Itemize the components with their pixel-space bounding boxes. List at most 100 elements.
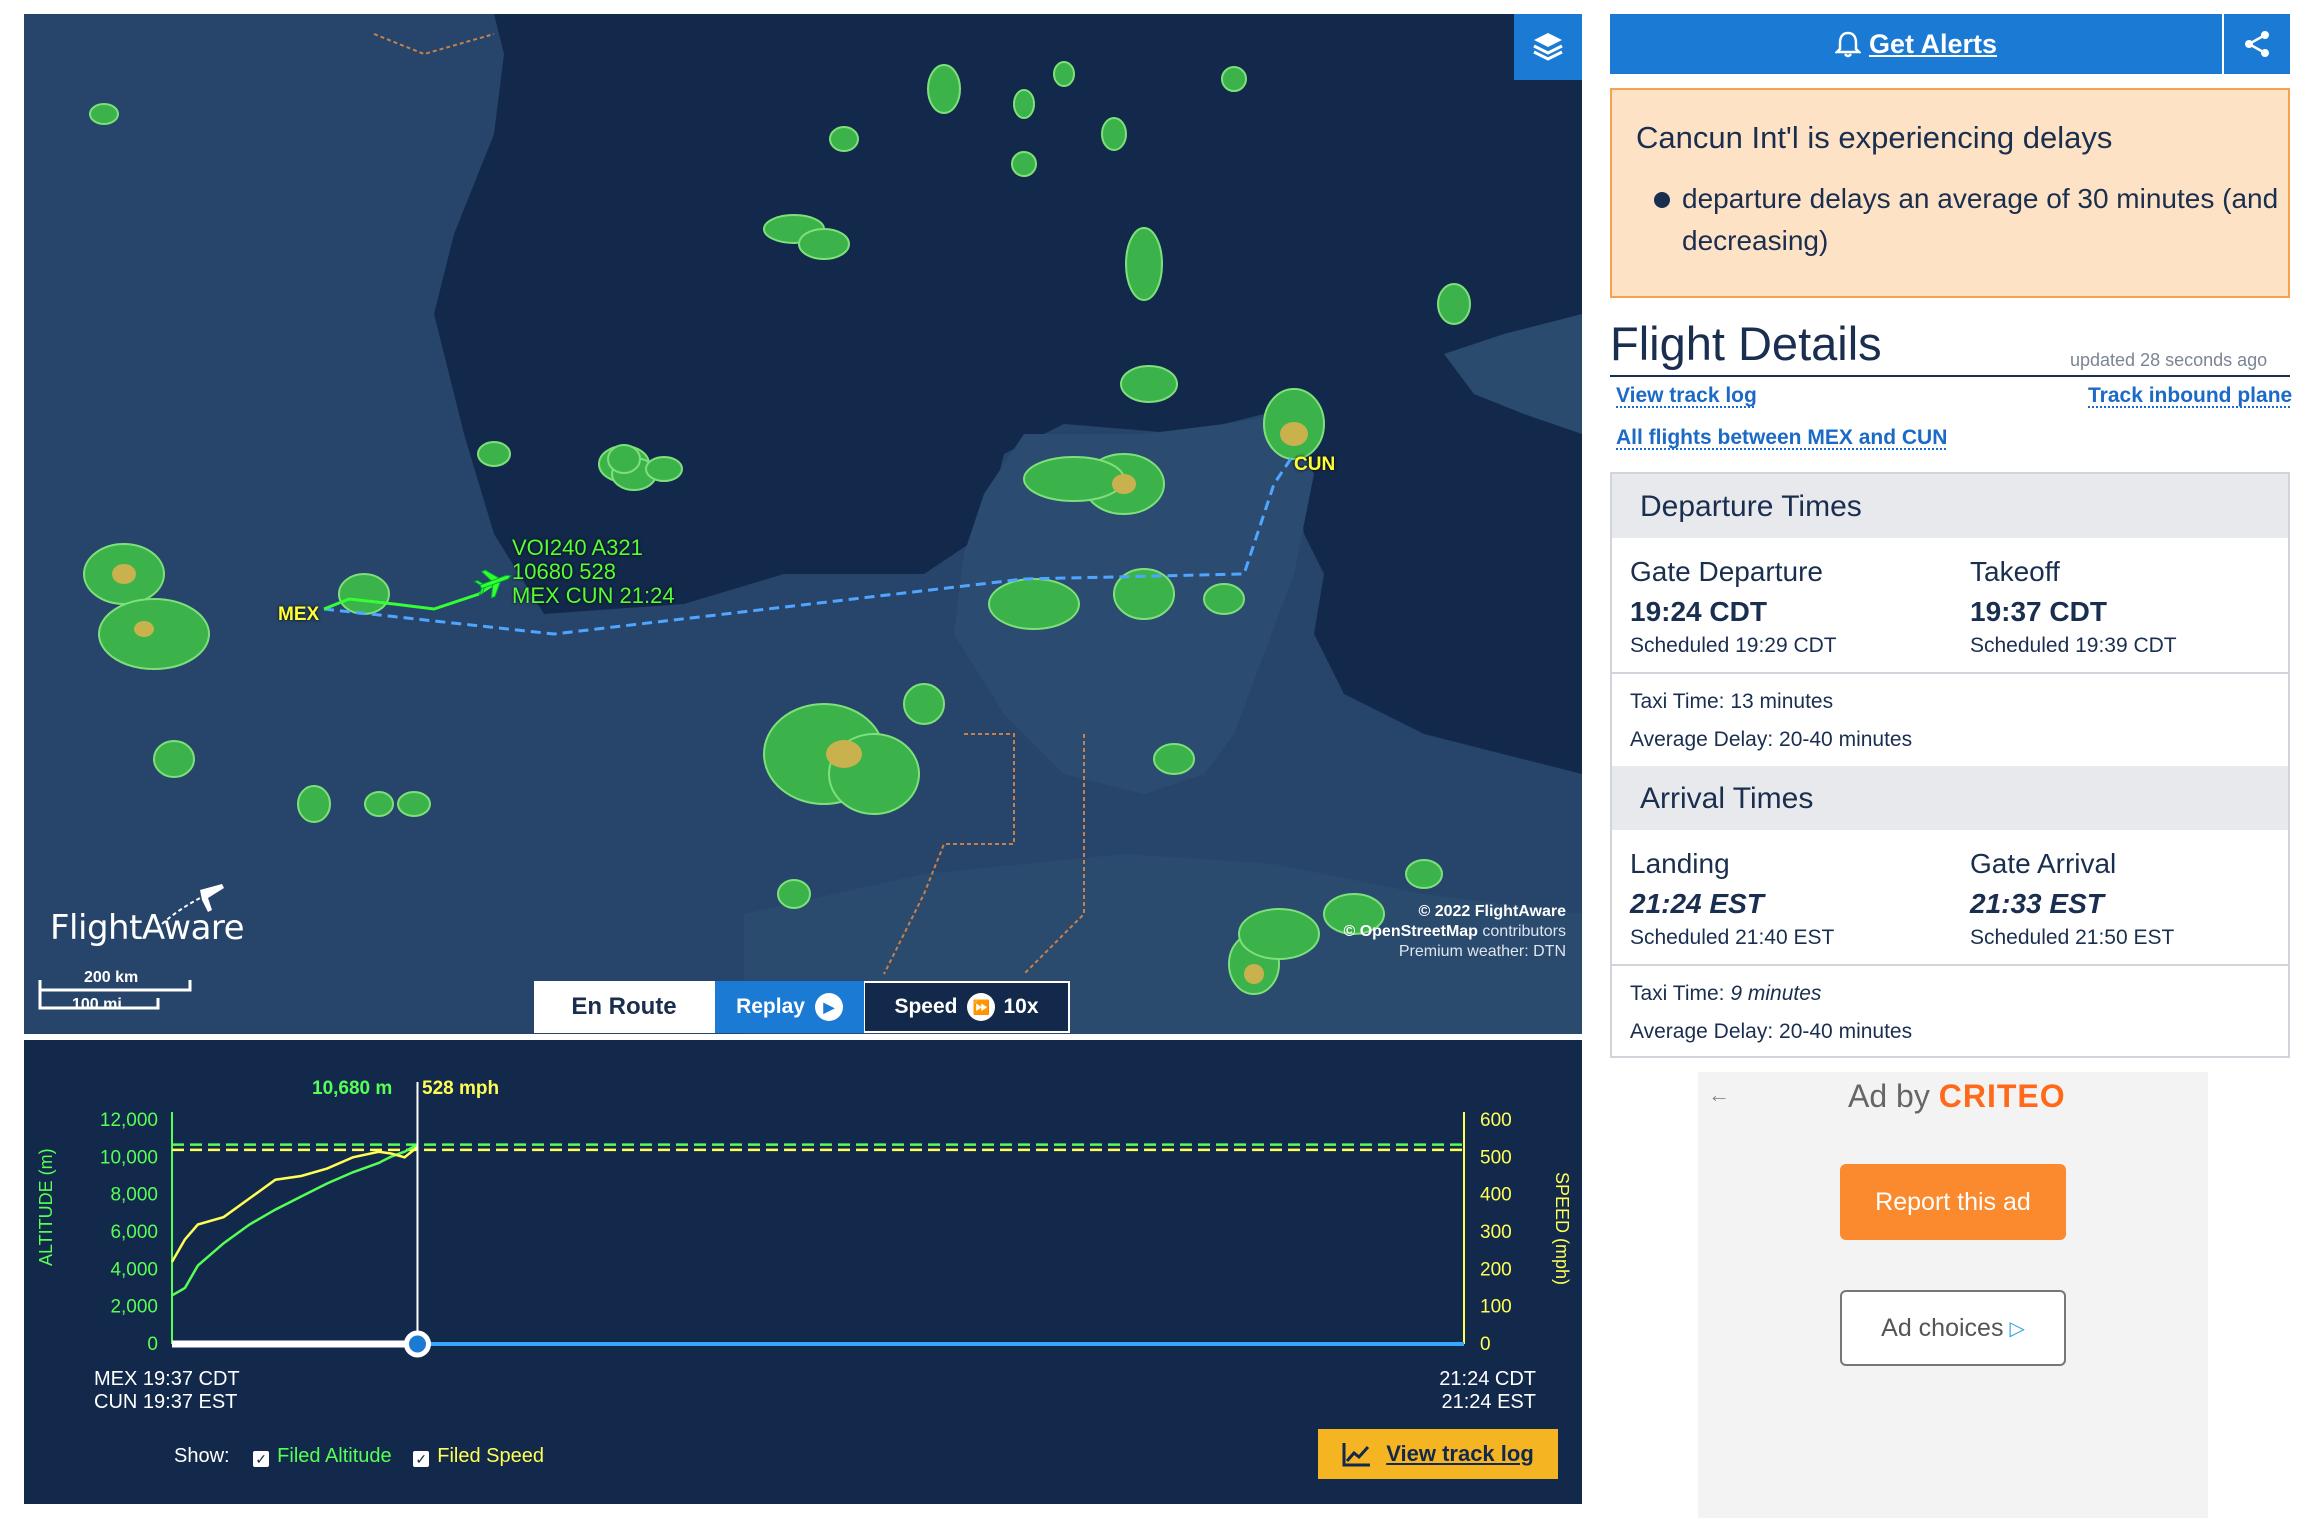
line-chart-icon — [1342, 1443, 1371, 1467]
copyright-osm[interactable]: © OpenStreetMap — [1343, 923, 1477, 940]
takeoff-time: 19:37 CDT — [1970, 596, 2107, 627]
filed-speed-toggle[interactable]: ✓ Filed Speed — [413, 1445, 544, 1467]
origin-airport-label: MEX — [278, 604, 320, 625]
share-icon — [2245, 31, 2269, 57]
start-time-origin: MEX 19:37 CDT — [94, 1368, 240, 1390]
play-icon: ▶ — [814, 993, 843, 1021]
show-label: Show: — [174, 1445, 230, 1467]
speed-tick-label: 400 — [1480, 1185, 1512, 1206]
copyright-weather: Premium weather: DTN — [1398, 943, 1566, 960]
altitude-tick-label: 12,000 — [100, 1110, 158, 1131]
flight-details-title: Flight Details — [1610, 317, 1882, 370]
report-ad-button[interactable]: Report this ad — [1840, 1164, 2066, 1240]
get-alerts-button[interactable]: Get Alerts — [1610, 14, 2222, 74]
share-button[interactable] — [2224, 14, 2290, 74]
landing-label: Landing — [1630, 848, 1730, 879]
arrival-taxi-time: Taxi Time: 9 minutes — [1630, 982, 1821, 1006]
playback-tabs: En Route Replay ▶ Speed ⏩ 10x — [534, 981, 1070, 1033]
view-track-log-button[interactable]: View track log — [1318, 1429, 1558, 1479]
flight-data-block[interactable]: VOI240 A321 10680 528 MEX CUN 21:24 — [512, 536, 675, 608]
map-layers-button[interactable] — [1514, 14, 1582, 80]
filed-altitude-label: Filed Altitude — [277, 1445, 392, 1467]
bullet-icon — [1654, 192, 1670, 208]
divider — [1612, 964, 2288, 966]
cuba-land — [1444, 314, 1582, 434]
departure-times-header: Departure Times — [1612, 474, 2288, 538]
all-flights-link[interactable]: All flights between MEX and CUN — [1616, 426, 1947, 450]
fast-forward-icon: ⏩ — [967, 993, 996, 1021]
gate-departure-time: 19:24 CDT — [1630, 596, 1767, 627]
tab-speed-label: Speed — [894, 995, 958, 1018]
current-speed: 528 mph — [422, 1078, 500, 1099]
ad-attribution: Ad by CRITEO — [1848, 1078, 2066, 1115]
flight-alt-speed: 10680 528 — [512, 559, 616, 584]
altitude-tick-label: 2,000 — [110, 1297, 158, 1318]
flight-map[interactable]: MEX CUN VOI240 A321 10680 528 MEX CUN 21… — [24, 14, 1582, 1034]
landing-scheduled: Scheduled 21:40 EST — [1630, 926, 1835, 949]
checkbox-icon: ✓ — [253, 1451, 270, 1467]
end-times: 21:24 CDT 21:24 EST — [1420, 1368, 1536, 1414]
delay-alert-box: Cancun Int'l is experiencing delays depa… — [1610, 88, 2290, 298]
delay-title: Cancun Int'l is experiencing delays — [1636, 120, 2113, 155]
layers-icon — [1533, 33, 1563, 61]
back-arrow-icon[interactable]: ← — [1708, 1082, 1730, 1108]
landing-time: 21:24 EST — [1630, 888, 1764, 919]
altitude-series-line — [171, 1143, 419, 1297]
flight-route-eta: MEX CUN 21:24 — [512, 583, 675, 608]
checkbox-icon: ✓ — [413, 1451, 430, 1467]
tab-en-route-label: En Route — [571, 993, 677, 1020]
gate-arrival-label: Gate Arrival — [1970, 848, 2117, 879]
ad-by-label: Ad by — [1848, 1078, 1930, 1114]
current-altitude: 10,680 m — [312, 1078, 393, 1099]
report-ad-label: Report this ad — [1875, 1187, 2031, 1216]
filed-altitude-toggle[interactable]: ✓ Filed Altitude — [253, 1445, 392, 1467]
ad-choices-icon: ▷ — [2009, 1317, 2025, 1340]
departure-taxi-time: Taxi Time: 13 minutes — [1630, 690, 1834, 713]
times-table: Departure Times Gate Departure 19:24 CDT… — [1610, 472, 2290, 1058]
takeoff-scheduled: Scheduled 19:39 CDT — [1970, 634, 2177, 657]
gate-departure-label: Gate Departure — [1630, 556, 1823, 587]
delay-detail: departure delays an average of 30 minute… — [1682, 183, 2279, 256]
tab-speed[interactable]: Speed ⏩ 10x — [864, 981, 1070, 1033]
arrival-times-header: Arrival Times — [1612, 766, 2288, 830]
speed-tick-label: 300 — [1480, 1222, 1512, 1243]
speed-tick-label: 0 — [1480, 1334, 1491, 1355]
ad-container: ← Ad by CRITEO Report this ad Ad choices… — [1698, 1072, 2208, 1518]
filed-speed-label: Filed Speed — [437, 1445, 544, 1467]
map-canvas — [24, 14, 1582, 1034]
bell-icon — [1834, 31, 1861, 58]
ad-choices-label: Ad choices — [1881, 1313, 2004, 1342]
arrival-header-label: Arrival Times — [1640, 782, 1814, 815]
updated-timestamp: updated 28 seconds ago — [2070, 350, 2268, 370]
gate-departure-scheduled: Scheduled 19:29 CDT — [1630, 634, 1837, 657]
departure-average-delay: Average Delay: 20-40 minutes — [1630, 728, 1913, 751]
divider — [1612, 672, 2288, 674]
destination-airport-label: CUN — [1294, 454, 1336, 475]
altitude-tick-label: 4,000 — [110, 1259, 158, 1280]
takeoff-label: Takeoff — [1970, 556, 2060, 587]
speed-tick-label: 500 — [1480, 1147, 1512, 1168]
altitude-tick-label: 8,000 — [110, 1185, 158, 1206]
speed-tick-label: 200 — [1480, 1259, 1512, 1280]
flightaware-logo: FlightAware — [50, 884, 245, 948]
taxi-value: 9 minutes — [1730, 982, 1822, 1005]
speed-tick-label: 600 — [1480, 1110, 1512, 1131]
flight-id: VOI240 A321 — [512, 535, 643, 560]
progress-handle[interactable] — [403, 1330, 431, 1358]
tab-replay[interactable]: Replay ▶ — [714, 981, 864, 1033]
start-time-destination: CUN 19:37 EST — [94, 1391, 238, 1413]
arrival-average-delay: Average Delay: 20-40 minutes — [1630, 1020, 1913, 1043]
scale-mi: 100 mi — [72, 996, 122, 1013]
ad-choices-button[interactable]: Ad choices ▷ — [1840, 1290, 2066, 1366]
departure-header-label: Departure Times — [1640, 490, 1862, 523]
get-alerts-label: Get Alerts — [1868, 28, 1998, 59]
copyright-flightaware: © 2022 FlightAware — [1418, 903, 1566, 920]
speed-value: 10x — [1003, 995, 1039, 1018]
logo-plane-icon — [161, 884, 224, 925]
tab-en-route[interactable]: En Route — [534, 981, 714, 1033]
track-inbound-link[interactable]: Track inbound plane — [2088, 384, 2292, 408]
gate-arrival-scheduled: Scheduled 21:50 EST — [1970, 926, 2175, 949]
altitude-tick-label: 10,000 — [100, 1147, 158, 1168]
view-track-log-link[interactable]: View track log — [1616, 384, 1757, 408]
altitude-tick-label: 0 — [147, 1334, 158, 1355]
